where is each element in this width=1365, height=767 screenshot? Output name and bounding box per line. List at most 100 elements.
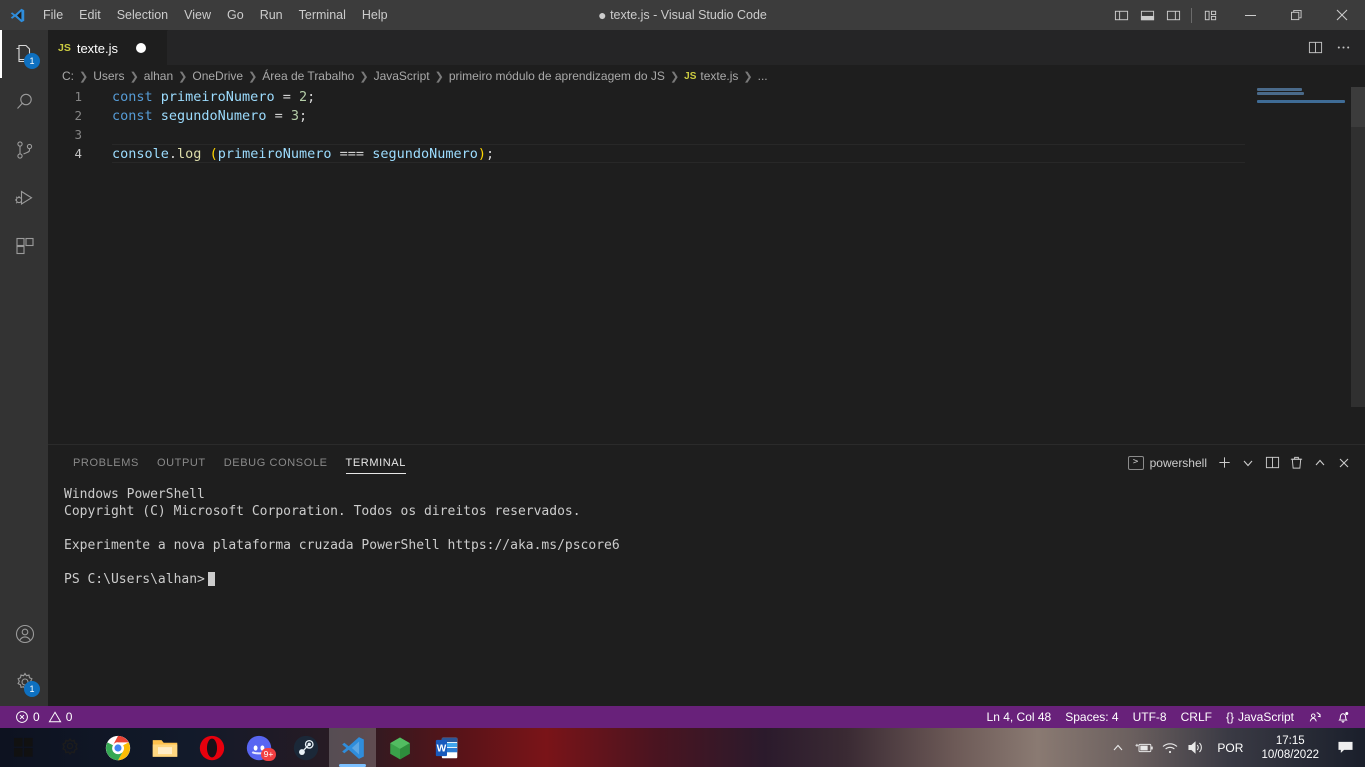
taskbar-settings[interactable] bbox=[47, 728, 94, 767]
feedback-icon bbox=[1309, 712, 1321, 722]
taskbar-chrome[interactable] bbox=[94, 728, 141, 767]
split-editor-icon[interactable] bbox=[1301, 30, 1329, 65]
sidebar-item-manage[interactable]: 1 bbox=[0, 658, 48, 706]
tab-output[interactable]: OUTPUT bbox=[148, 445, 215, 480]
taskbar-word[interactable]: W bbox=[423, 728, 470, 767]
status-encoding[interactable]: UTF-8 bbox=[1126, 706, 1174, 728]
panel-right-icon[interactable] bbox=[1160, 0, 1186, 30]
vscode-window: File Edit Selection View Go Run Terminal… bbox=[0, 0, 1365, 767]
title-bar: File Edit Selection View Go Run Terminal… bbox=[0, 0, 1365, 30]
line-number: 3 bbox=[74, 127, 82, 142]
status-notifications[interactable] bbox=[1329, 706, 1357, 728]
taskbar-opera[interactable] bbox=[188, 728, 235, 767]
minimize-icon[interactable] bbox=[1227, 0, 1273, 30]
breadcrumb-item-2[interactable]: alhan bbox=[144, 69, 173, 83]
menu-help[interactable]: Help bbox=[354, 0, 396, 30]
breadcrumb-item-6[interactable]: primeiro módulo de aprendizagem do JS bbox=[449, 69, 665, 83]
breadcrumb-separator: ❯ bbox=[669, 70, 680, 83]
tray-language[interactable]: POR bbox=[1209, 741, 1251, 755]
tab-dirty-indicator[interactable] bbox=[136, 43, 147, 53]
menu-run[interactable]: Run bbox=[252, 0, 291, 30]
wifi-icon[interactable] bbox=[1157, 728, 1183, 767]
sidebar-item-extensions[interactable] bbox=[0, 222, 48, 270]
chevron-down-icon[interactable] bbox=[1237, 452, 1259, 474]
menu-terminal[interactable]: Terminal bbox=[291, 0, 354, 30]
tab-texte-js[interactable]: JS texte.js bbox=[48, 30, 168, 65]
code-lines[interactable]: 1 const primeiroNumero = 2; 2 const segundo… bbox=[48, 87, 1245, 444]
taskbar-file-explorer[interactable] bbox=[141, 728, 188, 767]
breadcrumb-item-8[interactable]: ... bbox=[758, 69, 768, 83]
code-token: ; bbox=[299, 107, 308, 124]
breadcrumb-item-4[interactable]: Área de Trabalho bbox=[262, 69, 354, 83]
menu-go[interactable]: Go bbox=[219, 0, 252, 30]
kill-terminal-icon[interactable] bbox=[1285, 452, 1307, 474]
speaker-icon[interactable] bbox=[1183, 728, 1209, 767]
breadcrumb-item-7[interactable]: texte.js bbox=[700, 69, 738, 83]
breadcrumb-item-5[interactable]: JavaScript bbox=[374, 69, 430, 83]
close-panel-icon[interactable] bbox=[1333, 452, 1355, 474]
code-line[interactable]: 4 console.log (primeiroNumero === segundo… bbox=[48, 144, 1245, 163]
code-token: console bbox=[112, 145, 169, 162]
menu-file[interactable]: File bbox=[35, 0, 71, 30]
status-indentation[interactable]: Spaces: 4 bbox=[1058, 706, 1125, 728]
split-terminal-icon[interactable] bbox=[1261, 452, 1283, 474]
chevron-up-icon[interactable] bbox=[1105, 728, 1131, 767]
terminal-selector[interactable]: > powershell bbox=[1127, 455, 1211, 470]
breadcrumb: C: ❯ Users ❯ alhan ❯ OneDrive ❯ Área de … bbox=[48, 65, 1365, 87]
tab-terminal[interactable]: TERMINAL bbox=[337, 445, 415, 480]
editor-vertical-scrollbar[interactable] bbox=[1351, 87, 1365, 407]
new-terminal-icon[interactable] bbox=[1213, 452, 1235, 474]
more-actions-icon[interactable] bbox=[1329, 30, 1357, 65]
customize-layout-icon[interactable] bbox=[1197, 0, 1223, 30]
status-cursor-position[interactable]: Ln 4, Col 48 bbox=[980, 706, 1059, 728]
status-problems[interactable]: 0 0 bbox=[8, 706, 79, 728]
taskbar-unity[interactable] bbox=[376, 728, 423, 767]
panel-left-icon[interactable] bbox=[1108, 0, 1134, 30]
sidebar-item-explorer[interactable]: 1 bbox=[0, 30, 48, 78]
maximize-panel-icon[interactable] bbox=[1309, 452, 1331, 474]
status-feedback[interactable] bbox=[1301, 706, 1329, 728]
menu-edit[interactable]: Edit bbox=[71, 0, 109, 30]
panel-bottom-icon[interactable] bbox=[1134, 0, 1160, 30]
code-token: log bbox=[177, 145, 202, 162]
terminal-prompt-line: PS C:\Users\alhan> bbox=[64, 571, 1365, 588]
sidebar-item-accounts[interactable] bbox=[0, 610, 48, 658]
breadcrumb-item-3[interactable]: OneDrive bbox=[192, 69, 243, 83]
terminal-output[interactable]: Windows PowerShell Copyright (C) Microso… bbox=[48, 480, 1365, 706]
title-bar-right bbox=[1108, 0, 1365, 30]
taskbar-steam[interactable] bbox=[282, 728, 329, 767]
tab-problems[interactable]: PROBLEMS bbox=[64, 445, 148, 480]
action-center-icon[interactable] bbox=[1329, 728, 1361, 767]
code-line[interactable]: 3 bbox=[48, 125, 1245, 144]
tab-debug-console[interactable]: DEBUG CONSOLE bbox=[215, 445, 337, 480]
status-eol[interactable]: CRLF bbox=[1174, 706, 1219, 728]
close-icon[interactable] bbox=[1319, 0, 1365, 30]
maximize-icon[interactable] bbox=[1273, 0, 1319, 30]
breadcrumb-separator: ❯ bbox=[743, 70, 753, 83]
sidebar-item-search[interactable] bbox=[0, 78, 48, 126]
minimap[interactable] bbox=[1245, 87, 1365, 444]
menu-view[interactable]: View bbox=[176, 0, 219, 30]
error-icon bbox=[16, 711, 28, 723]
taskbar-vscode[interactable] bbox=[329, 728, 376, 767]
code-line[interactable]: 2 const segundoNumero = 3; bbox=[48, 106, 1245, 125]
breadcrumb-separator: ❯ bbox=[79, 70, 89, 83]
status-language-mode[interactable]: {} JavaScript bbox=[1219, 706, 1301, 728]
code-editor[interactable]: 1 const primeiroNumero = 2; 2 const segundo… bbox=[48, 87, 1365, 444]
breadcrumb-item-0[interactable]: C: bbox=[62, 69, 74, 83]
sidebar-item-run-debug[interactable] bbox=[0, 174, 48, 222]
tray-clock[interactable]: 17:15 10/08/2022 bbox=[1251, 734, 1329, 762]
code-line[interactable]: 1 const primeiroNumero = 2; bbox=[48, 87, 1245, 106]
language-label: JavaScript bbox=[1237, 710, 1294, 724]
breadcrumb-item-1[interactable]: Users bbox=[93, 69, 124, 83]
folder-icon bbox=[152, 739, 177, 757]
battery-charging-icon[interactable] bbox=[1131, 728, 1157, 767]
taskbar-start-button[interactable] bbox=[0, 728, 47, 767]
code-token: const bbox=[112, 88, 153, 105]
sidebar-item-source-control[interactable] bbox=[0, 126, 48, 174]
status-bar: 0 0 Ln 4, Col 48 Spaces: 4 UTF-8 CRLF {}… bbox=[0, 706, 1365, 728]
taskbar-discord[interactable]: 9+ bbox=[235, 728, 282, 767]
menu-selection[interactable]: Selection bbox=[109, 0, 176, 30]
